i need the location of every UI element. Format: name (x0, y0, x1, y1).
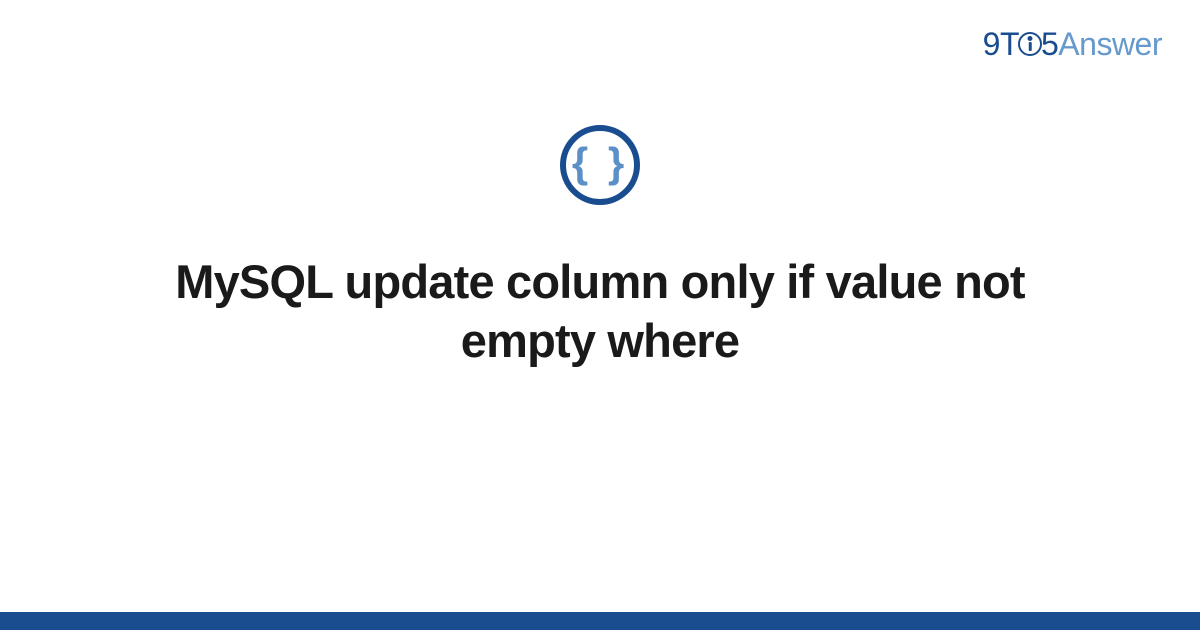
bottom-accent-bar (0, 612, 1200, 630)
logo-five: 5 (1041, 26, 1058, 62)
code-braces-icon: { } (560, 125, 640, 205)
logo-nine: 9 (983, 26, 1000, 62)
clock-icon (1018, 32, 1042, 56)
page-title: MySQL update column only if value not em… (120, 253, 1080, 371)
site-logo: 9T5Answer (983, 26, 1162, 63)
braces-glyph: { } (572, 139, 628, 187)
main-content: { } MySQL update column only if value no… (0, 125, 1200, 371)
logo-answer: Answer (1058, 26, 1162, 62)
logo-t: T (1000, 26, 1019, 62)
